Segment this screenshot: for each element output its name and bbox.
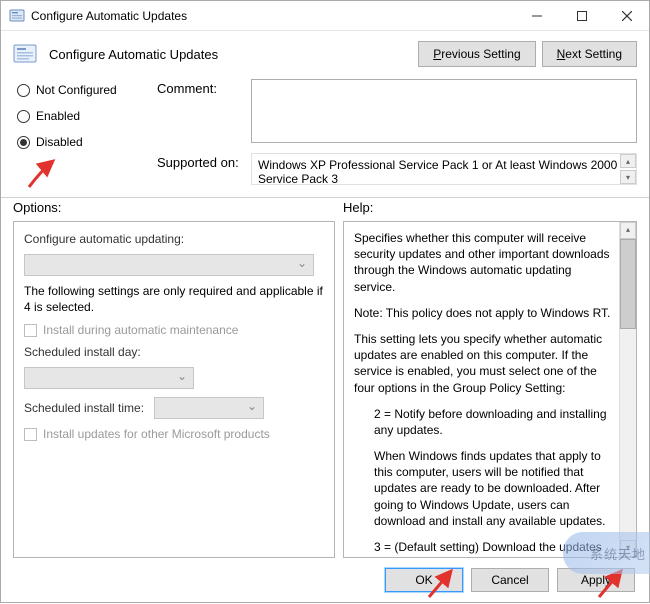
radio-enabled[interactable]: Enabled <box>17 109 147 123</box>
panels: Configure automatic updating: The follow… <box>1 217 649 558</box>
minimize-button[interactable] <box>514 1 559 30</box>
dialog-window: Configure Automatic Updates Configure Au… <box>0 0 650 603</box>
configure-updating-label: Configure automatic updating: <box>24 232 324 246</box>
scheduled-day-label: Scheduled install day: <box>24 345 324 359</box>
supported-row: Supported on: Windows XP Professional Se… <box>157 153 637 185</box>
supported-on-text: Windows XP Professional Service Pack 1 o… <box>258 158 617 186</box>
fields-column: Comment: Supported on: Windows XP Profes… <box>157 79 637 185</box>
radio-not-configured[interactable]: Not Configured <box>17 83 147 97</box>
radio-label: Not Configured <box>36 83 117 97</box>
scroll-down-icon[interactable]: ▾ <box>620 170 636 184</box>
help-text: This setting lets you specify whether au… <box>354 331 616 396</box>
radio-icon <box>17 136 30 149</box>
policy-title: Configure Automatic Updates <box>49 47 412 62</box>
comment-row: Comment: <box>157 79 637 143</box>
checkbox-label: Install updates for other Microsoft prod… <box>43 427 270 441</box>
window-controls <box>514 1 649 30</box>
scroll-up-icon[interactable]: ▴ <box>620 154 636 168</box>
options-panel: Configure automatic updating: The follow… <box>13 221 335 558</box>
footer-buttons: OK Cancel Apply <box>1 558 649 602</box>
comment-input[interactable] <box>251 79 637 143</box>
scroll-thumb[interactable] <box>620 239 636 329</box>
checkbox-label: Install during automatic maintenance <box>43 323 238 337</box>
policy-icon <box>9 8 25 24</box>
scroll-track[interactable] <box>620 329 636 540</box>
titlebar: Configure Automatic Updates <box>1 1 649 31</box>
install-other-products-checkbox[interactable]: Install updates for other Microsoft prod… <box>24 427 324 441</box>
cancel-button[interactable]: Cancel <box>471 568 549 592</box>
help-label: Help: <box>343 200 637 215</box>
help-panel: Specifies whether this computer will rec… <box>343 221 637 558</box>
radio-disabled[interactable]: Disabled <box>17 135 147 149</box>
supported-label: Supported on: <box>157 153 247 170</box>
radio-label: Enabled <box>36 109 80 123</box>
radio-icon <box>17 110 30 123</box>
help-text: When Windows finds updates that apply to… <box>374 448 616 529</box>
help-scrollbar[interactable]: ▴ ▾ <box>619 222 636 557</box>
state-radio-group: Not Configured Enabled Disabled <box>17 79 147 185</box>
help-text: 2 = Notify before downloading and instal… <box>374 406 616 438</box>
install-maintenance-checkbox[interactable]: Install during automatic maintenance <box>24 323 324 337</box>
checkbox-icon <box>24 428 37 441</box>
radio-icon <box>17 84 30 97</box>
radio-label: Disabled <box>36 135 83 149</box>
configure-updating-select[interactable] <box>24 254 314 276</box>
supported-scrollbar[interactable]: ▴ ▾ <box>620 154 636 184</box>
checkbox-icon <box>24 324 37 337</box>
help-text: Specifies whether this computer will rec… <box>354 230 616 295</box>
watermark: 系统天地 <box>563 532 650 574</box>
comment-label: Comment: <box>157 79 247 96</box>
help-text: Note: This policy does not apply to Wind… <box>354 305 616 321</box>
supported-on-box: Windows XP Professional Service Pack 1 o… <box>251 153 637 185</box>
window-title: Configure Automatic Updates <box>31 9 514 23</box>
ok-button[interactable]: OK <box>385 568 463 592</box>
upper-section: Not Configured Enabled Disabled Comment:… <box>1 71 649 193</box>
header-row: Configure Automatic Updates Previous Set… <box>1 31 649 71</box>
previous-setting-button[interactable]: Previous Setting <box>418 41 535 67</box>
close-button[interactable] <box>604 1 649 30</box>
scheduled-time-select[interactable] <box>154 397 264 419</box>
policy-large-icon <box>13 42 41 66</box>
options-label: Options: <box>13 200 343 215</box>
scheduled-day-select[interactable] <box>24 367 194 389</box>
scheduled-time-label: Scheduled install time: <box>24 401 144 415</box>
scroll-up-icon[interactable]: ▴ <box>620 222 636 239</box>
next-setting-button[interactable]: Next Setting <box>542 41 637 67</box>
maximize-button[interactable] <box>559 1 604 30</box>
scheduled-time-row: Scheduled install time: <box>24 397 324 419</box>
section-labels: Options: Help: <box>1 198 649 217</box>
options-note: The following settings are only required… <box>24 284 324 315</box>
